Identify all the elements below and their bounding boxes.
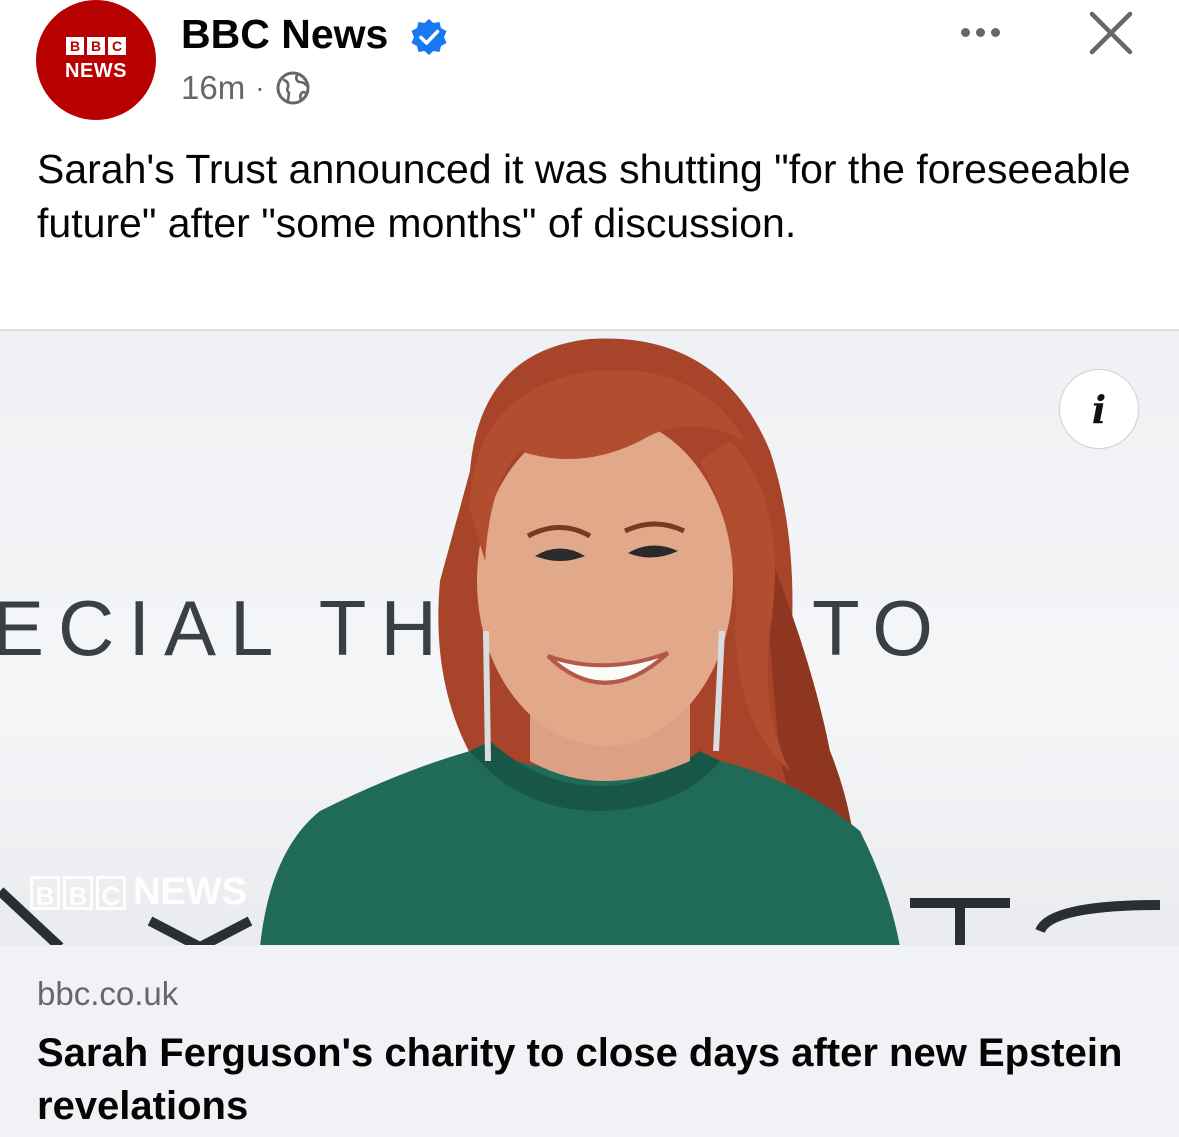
logo-block: B [87, 37, 105, 55]
close-icon[interactable] [1084, 6, 1138, 60]
watermark-block: B [63, 875, 93, 911]
link-headline[interactable]: Sarah Ferguson's charity to close days a… [37, 1027, 1147, 1133]
post-caption: Sarah's Trust announced it was shutting … [37, 146, 1131, 246]
link-preview[interactable]: bbc.co.uk Sarah Ferguson's charity to cl… [0, 945, 1179, 1137]
meta-separator: · [255, 72, 265, 103]
logo-word: NEWS [65, 60, 127, 82]
logo-block: B [66, 37, 84, 55]
watermark-block: B [30, 875, 60, 911]
bbc-logo-blocks: B B C [66, 37, 126, 55]
verified-badge-icon [411, 19, 447, 55]
post-meta: 16m · [181, 66, 311, 110]
link-domain: bbc.co.uk [37, 975, 179, 1012]
post-image[interactable]: ECIAL TH TO B B C NEWS i [0, 329, 1179, 945]
more-options-icon[interactable] [950, 12, 1010, 52]
page-name[interactable]: BBC News [181, 10, 388, 58]
globe-icon[interactable] [275, 70, 311, 106]
watermark-word: NEWS [133, 871, 247, 913]
bbc-news-watermark: B B C NEWS [30, 871, 247, 914]
portrait-illustration [0, 338, 1161, 945]
post-header: B B C NEWS BBC News 16m · [0, 0, 1179, 130]
logo-block: C [108, 37, 126, 55]
watermark-block: C [96, 875, 126, 911]
timestamp[interactable]: 16m [181, 69, 245, 107]
info-icon[interactable]: i [1059, 369, 1139, 449]
avatar[interactable]: B B C NEWS [36, 0, 156, 120]
